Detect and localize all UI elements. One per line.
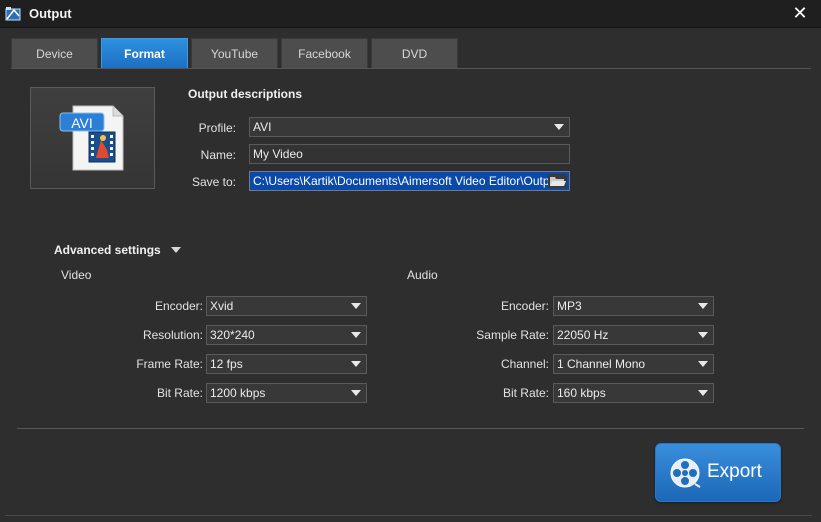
profile-label: Profile: [198, 121, 236, 135]
audio-bitrate-label: Bit Rate: [502, 386, 549, 400]
bottom-divider [5, 515, 812, 516]
audio-encoder-label: Encoder: [500, 299, 549, 313]
output-descriptions-title: Output descriptions [188, 87, 302, 101]
save-path-field[interactable]: C:\Users\Kartik\Documents\Aimersoft Vide… [249, 171, 570, 191]
chevron-down-icon [698, 390, 708, 396]
advanced-settings-title[interactable]: Advanced settings [54, 243, 161, 257]
channel-label: Channel: [500, 357, 549, 371]
channel-value: 1 Channel Mono [557, 357, 646, 371]
channel-select[interactable]: 1 Channel Mono [553, 354, 714, 374]
section-divider [17, 428, 804, 429]
name-field[interactable]: My Video [249, 144, 570, 164]
export-label: Export [707, 461, 762, 482]
format-badge: AVI [71, 115, 93, 131]
chevron-down-icon [554, 124, 564, 130]
video-encoder-value: Xvid [210, 299, 234, 313]
chevron-down-icon [351, 332, 361, 338]
profile-select[interactable]: AVI [249, 117, 570, 137]
tab-dvd[interactable]: DVD [371, 38, 458, 69]
expand-caret-icon[interactable] [171, 247, 181, 253]
audio-bitrate-select[interactable]: 160 kbps [553, 383, 714, 403]
audio-section-title: Audio [407, 268, 438, 282]
close-icon[interactable]: ✕ [791, 3, 809, 23]
resolution-value: 320*240 [210, 328, 255, 342]
video-bitrate-value: 1200 kbps [210, 386, 266, 400]
avi-file-icon [59, 105, 124, 171]
sample-rate-select[interactable]: 22050 Hz [553, 325, 714, 345]
video-bitrate-label: Bit Rate: [156, 386, 203, 400]
frame-rate-value: 12 fps [210, 357, 243, 371]
name-label: Name: [200, 148, 236, 162]
audio-bitrate-value: 160 kbps [557, 386, 606, 400]
tab-format[interactable]: Format [101, 38, 188, 69]
video-section-title: Video [61, 268, 92, 282]
sample-rate-label: Sample Rate: [476, 328, 549, 342]
tab-divider [11, 68, 811, 69]
resolution-select[interactable]: 320*240 [206, 325, 367, 345]
export-button[interactable]: Export [655, 443, 781, 502]
sample-rate-value: 22050 Hz [557, 328, 609, 342]
video-encoder-select[interactable]: Xvid [206, 296, 367, 316]
folder-open-icon[interactable] [548, 174, 567, 188]
chevron-down-icon [698, 332, 708, 338]
title-bar: Output ✕ [0, 0, 821, 28]
chevron-down-icon [351, 361, 361, 367]
window-title: Output [29, 6, 72, 21]
chevron-down-icon [698, 303, 708, 309]
frame-rate-label: Frame Rate: [136, 357, 203, 371]
tab-bar: Device Format YouTube Facebook DVD [11, 38, 821, 69]
resolution-label: Resolution: [142, 328, 203, 342]
app-logo-icon [5, 7, 21, 21]
audio-encoder-value: MP3 [557, 299, 582, 313]
tab-youtube[interactable]: YouTube [191, 38, 278, 69]
chevron-down-icon [351, 390, 361, 396]
video-encoder-label: Encoder: [154, 299, 203, 313]
save-path-value: C:\Users\Kartik\Documents\Aimersoft Vide… [253, 174, 563, 188]
chevron-down-icon [351, 303, 361, 309]
tab-facebook[interactable]: Facebook [281, 38, 368, 69]
tab-device[interactable]: Device [11, 38, 98, 69]
video-bitrate-select[interactable]: 1200 kbps [206, 383, 367, 403]
format-thumbnail: AVI [30, 87, 155, 189]
chevron-down-icon [698, 361, 708, 367]
audio-encoder-select[interactable]: MP3 [553, 296, 714, 316]
film-reel-icon [670, 458, 701, 488]
frame-rate-select[interactable]: 12 fps [206, 354, 367, 374]
save-to-label: Save to: [191, 175, 236, 189]
profile-value: AVI [253, 120, 272, 134]
